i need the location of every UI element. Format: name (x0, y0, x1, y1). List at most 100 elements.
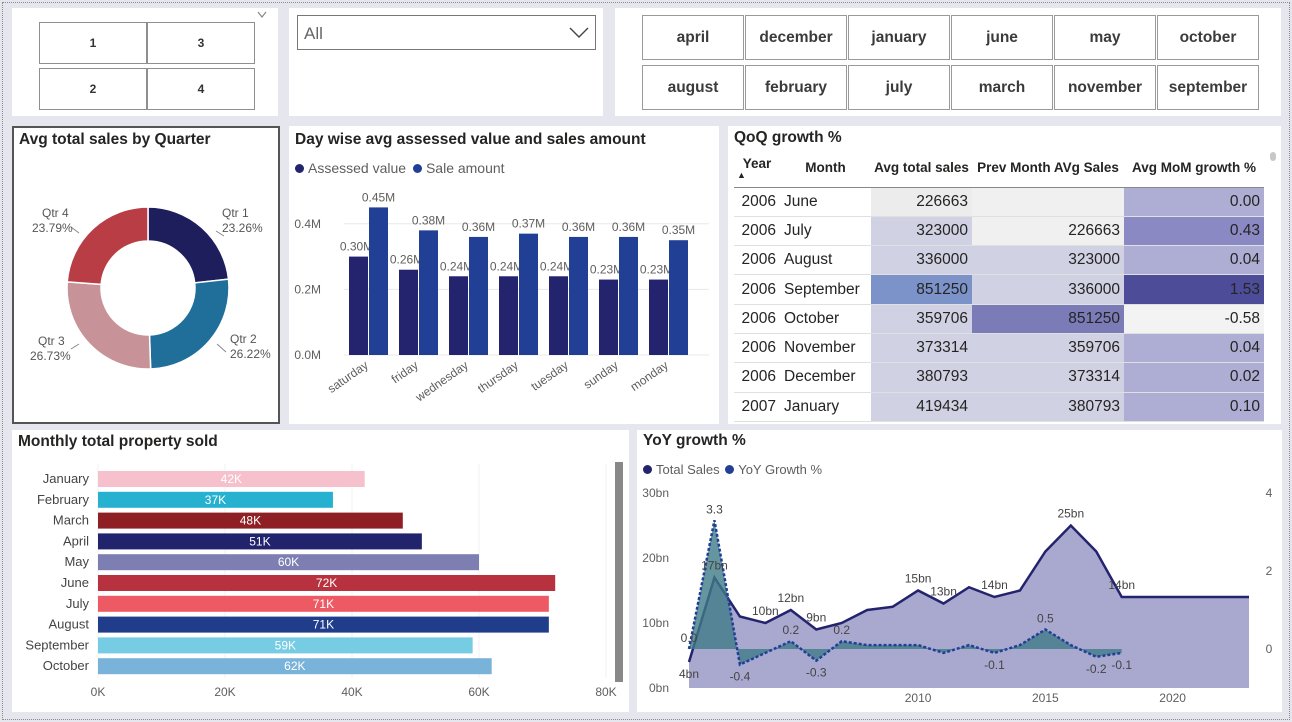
x-tick-label: 40K (341, 685, 362, 699)
y-tick-label: April (63, 533, 89, 548)
x-tick-label: 2020 (1159, 691, 1186, 705)
qtr1-label: Qtr 1 (222, 206, 249, 220)
quarter-donut-chart: Qtr 1 23.26% Qtr 2 26.22% Qtr 3 26.73% Q… (30, 206, 271, 370)
qtr4-pct: 23.79% (32, 221, 73, 235)
quarter-slicer-card: 1 3 2 4 (12, 8, 278, 116)
monthly-sold-card: Monthly total property sold 0K 20K 40K 60K 8… (12, 430, 629, 712)
y-tick-label: 0.2M (294, 282, 321, 296)
quarter-tile-1[interactable]: 1 (39, 22, 147, 64)
col-prev-month-avg-sales[interactable]: Prev Month AVg Sales (972, 149, 1124, 188)
cell-prev-month-sales: 373314 (972, 362, 1124, 393)
bar-sale-amount-saturday[interactable] (369, 207, 388, 355)
y-tick-label: March (53, 513, 89, 528)
chevron-down-icon[interactable] (257, 11, 267, 19)
month-tile-december[interactable]: december (745, 15, 847, 60)
bar-assessed-value-monday[interactable] (649, 279, 668, 355)
data-label: 72K (316, 576, 337, 590)
total-sales-label: 17bn (701, 559, 728, 573)
bar-sale-amount-monday[interactable] (669, 240, 688, 355)
day-wise-card: Day wise avg assessed value and sales am… (289, 126, 719, 424)
dropdown-slicer-card: All (289, 8, 603, 116)
month-tile-april[interactable]: april (642, 15, 744, 60)
month-tile-july[interactable]: july (848, 65, 950, 110)
total-sales-label: 25bn (1057, 507, 1084, 521)
chart-scrollbar[interactable] (615, 462, 623, 682)
col-avg-total-sales[interactable]: Avg total sales (871, 149, 972, 188)
monthly-card-title: Monthly total property sold (18, 433, 218, 450)
col-avg-mom-growth[interactable]: Avg MoM growth % (1124, 149, 1264, 188)
y-left-tick-label: 10bn (642, 616, 669, 630)
table-row[interactable]: 2007 January 419434 380793 0.10 (734, 392, 1264, 422)
y-tick-label: October (43, 658, 90, 673)
cell-mom-growth: 0.00 (1124, 187, 1264, 217)
cell-month: October (780, 304, 871, 334)
table-row[interactable]: 2006 November 373314 359706 0.04 (734, 333, 1264, 364)
yoy-growth-label: 0.2 (782, 623, 799, 637)
month-tile-february[interactable]: february (745, 65, 847, 110)
yoy-growth-label: -0.4 (730, 670, 751, 684)
cell-month: January (780, 392, 871, 422)
y-left-tick-label: 20bn (642, 551, 669, 565)
bar-assessed-value-saturday[interactable] (349, 256, 368, 355)
bar-assessed-value-tuesday[interactable] (549, 276, 568, 355)
x-tick-label: tuesday (528, 358, 570, 394)
table-row[interactable]: 2006 July 323000 226663 0.43 (734, 216, 1264, 247)
bar-sale-amount-thursday[interactable] (519, 233, 538, 355)
month-tile-august[interactable]: august (642, 65, 744, 110)
month-tile-may[interactable]: may (1054, 15, 1156, 60)
table-row[interactable]: 2006 August 336000 323000 0.04 (734, 245, 1264, 276)
cell-month: June (780, 187, 871, 217)
qtr3-pct: 26.73% (30, 349, 71, 363)
bar-sale-amount-sunday[interactable] (619, 236, 638, 355)
bar-sale-amount-tuesday[interactable] (569, 236, 588, 355)
y-right-tick-label: 0 (1266, 642, 1273, 656)
y-tick-label: June (61, 575, 89, 590)
donut-slice-qtr-1[interactable] (147, 206, 230, 284)
x-tick-label: 80K (595, 685, 616, 699)
table-scrollbar[interactable] (1270, 152, 1276, 161)
month-tile-january[interactable]: january (848, 15, 950, 60)
yoy-growth-label: 0.5 (1037, 612, 1054, 626)
month-tile-september[interactable]: september (1157, 65, 1259, 110)
month-tile-june[interactable]: june (951, 15, 1053, 60)
month-tile-march[interactable]: march (951, 65, 1053, 110)
quarter-tile-4[interactable]: 4 (147, 68, 255, 110)
qtr4-label: Qtr 4 (42, 206, 69, 220)
col-year[interactable]: Year ▲ (734, 149, 780, 188)
donut-slice-qtr-4[interactable] (66, 206, 149, 286)
y-tick-label: September (25, 637, 89, 652)
year-dropdown[interactable]: All (297, 15, 596, 50)
y-tick-label: February (37, 492, 90, 507)
legend-assessed-value[interactable]: Assessed value (295, 160, 406, 176)
table-row[interactable]: 2006 June 226663 0.00 (734, 187, 1264, 217)
month-tile-november[interactable]: november (1054, 65, 1156, 110)
qtr2-leader-line (216, 343, 227, 353)
table-row[interactable]: 2006 December 380793 373314 0.02 (734, 362, 1264, 393)
total-sales-label: 14bn (1108, 578, 1135, 592)
donut-slice-qtr-2[interactable] (148, 278, 230, 370)
bar-assessed-value-thursday[interactable] (499, 276, 518, 355)
data-label: 0.24M (440, 259, 473, 273)
quarter-tile-3[interactable]: 3 (147, 22, 255, 64)
bar-sale-amount-wednesday[interactable] (469, 236, 488, 355)
legend-sale-amount[interactable]: Sale amount (412, 160, 505, 176)
cell-month: November (780, 333, 871, 364)
x-tick-label: 0K (91, 685, 106, 699)
cell-avg-total-sales: 323000 (871, 216, 972, 247)
data-label: 48K (240, 514, 261, 528)
month-tile-october[interactable]: october (1157, 15, 1259, 60)
cell-mom-growth: -0.58 (1124, 304, 1264, 334)
donut-slice-qtr-3[interactable] (66, 281, 152, 370)
bar-assessed-value-sunday[interactable] (599, 279, 618, 355)
bar-assessed-value-wednesday[interactable] (449, 276, 468, 355)
col-month[interactable]: Month (780, 149, 871, 188)
quarter-tile-2[interactable]: 2 (39, 68, 147, 110)
data-label: 0.23M (590, 263, 623, 277)
data-label: 37K (205, 493, 226, 507)
bar-sale-amount-friday[interactable] (419, 230, 438, 355)
yoy-combo-chart: 0bn 10bn 20bn 30bn 0 2 4 2010 2015 2020 4bn 17bn 10b… (642, 486, 1273, 705)
table-row[interactable]: 2006 October 359706 851250 -0.58 (734, 304, 1264, 334)
bar-assessed-value-friday[interactable] (399, 269, 418, 355)
qtr3-label: Qtr 3 (38, 334, 65, 348)
table-row[interactable]: 2006 September 851250 336000 1.53 (734, 274, 1264, 305)
